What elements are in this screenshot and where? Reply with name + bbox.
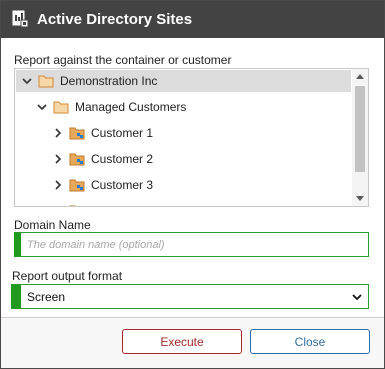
scroll-thumb[interactable] (355, 86, 365, 172)
tree-item-label: Managed Customers (75, 100, 187, 114)
dialog-footer: Execute Close (1, 318, 384, 368)
tree-item-managed-customers[interactable]: Managed Customers (15, 96, 186, 118)
domain-name-input[interactable] (21, 233, 368, 256)
output-format-select[interactable]: Screen (11, 284, 369, 309)
folder-icon (53, 101, 69, 114)
scroll-up-arrow-icon[interactable] (356, 74, 364, 79)
customer-folder-icon (69, 127, 85, 140)
tree-item-label: Customer 3 (91, 178, 154, 192)
container-picker-label: Report against the container or customer (14, 53, 232, 67)
chevron-right-icon[interactable] (53, 180, 63, 190)
chevron-down-icon (352, 294, 362, 301)
active-directory-sites-dialog: Active Directory Sites Report against th… (0, 0, 385, 369)
tree-item-customer-1[interactable]: Customer 1 (15, 122, 153, 144)
tree-item-demonstration-inc[interactable]: Demonstration Inc (16, 70, 351, 92)
tree-item-partial (15, 200, 91, 206)
domain-name-label: Domain Name (14, 218, 91, 232)
tree-item-label: Customer 1 (91, 126, 154, 140)
domain-name-field-wrapper (14, 232, 369, 257)
customer-folder-icon (69, 205, 76, 206)
chevron-down-icon[interactable] (37, 102, 47, 112)
chevron-right-icon[interactable] (53, 128, 63, 138)
customer-folder-icon (69, 179, 85, 192)
container-tree[interactable]: Demonstration Inc Managed Customers Cust… (14, 68, 369, 207)
chevron-down-icon[interactable] (22, 76, 32, 86)
report-sites-icon (12, 10, 29, 28)
output-format-label: Report output format (12, 269, 123, 283)
tree-item-customer-2[interactable]: Customer 2 (15, 148, 153, 170)
close-button[interactable]: Close (250, 329, 370, 354)
folder-icon (38, 75, 54, 88)
output-format-value: Screen (27, 290, 66, 304)
customer-folder-icon (69, 153, 85, 166)
tree-item-customer-3[interactable]: Customer 3 (15, 174, 153, 196)
tree-item-label: Demonstration Inc (60, 74, 158, 88)
chevron-right-icon[interactable] (53, 154, 63, 164)
scroll-down-arrow-icon[interactable] (356, 196, 364, 201)
execute-button[interactable]: Execute (122, 329, 242, 354)
title-bar: Active Directory Sites (1, 1, 384, 38)
tree-item-label: Customer 2 (91, 152, 154, 166)
tree-scrollbar[interactable] (352, 69, 368, 206)
dialog-title: Active Directory Sites (37, 11, 193, 28)
